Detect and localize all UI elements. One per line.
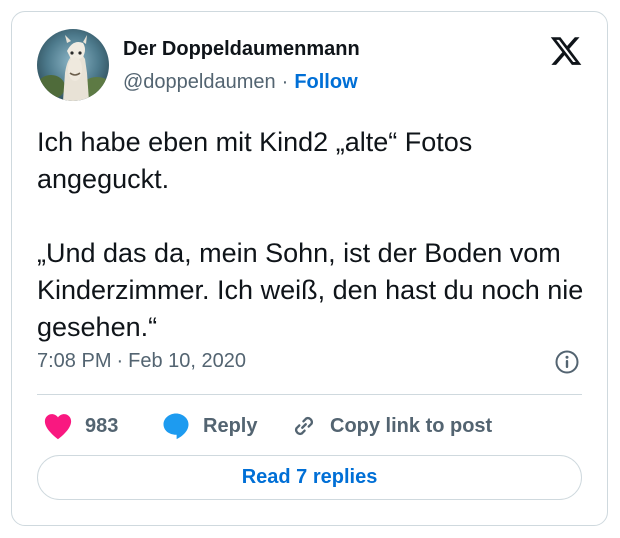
divider <box>37 394 582 395</box>
heart-icon <box>44 414 72 440</box>
link-icon <box>295 417 313 435</box>
like-button[interactable]: 983 <box>43 408 118 444</box>
copy-link-button[interactable]: Copy link to post <box>290 408 492 444</box>
copy-link-label: Copy link to post <box>330 414 493 437</box>
avatar[interactable] <box>37 29 109 101</box>
like-count: 983 <box>85 414 119 437</box>
author-display-name[interactable]: Der Doppeldaumenmann <box>123 38 360 61</box>
author-handle[interactable]: @doppeldaumen <box>123 71 276 93</box>
tweet-card: Der Doppeldaumenmann @doppeldaumen · Follo… <box>11 11 608 526</box>
follow-button[interactable]: Follow <box>294 71 357 93</box>
tweet-time: 7:08 PM <box>37 350 112 372</box>
tweet-text: Ich habe eben mit Kind2 „alte“ Fotos ang… <box>37 127 584 342</box>
x-logo-icon[interactable] <box>549 34 583 68</box>
reply-label: Reply <box>203 414 258 437</box>
reply-button[interactable]: Reply <box>161 408 257 444</box>
author-handle-row: @doppeldaumen · Follow <box>123 71 358 94</box>
action-bar: 983 Reply Copy link to post <box>37 408 582 444</box>
read-replies-button[interactable]: Read 7 replies <box>37 455 582 500</box>
tweet-timestamp[interactable]: 7:08 PM · Feb 10, 2020 <box>37 350 246 373</box>
timestamp-separator: · <box>116 350 124 372</box>
speech-bubble-icon <box>163 413 189 440</box>
tweet-date: Feb 10, 2020 <box>128 350 247 372</box>
handle-separator: · <box>281 71 289 93</box>
info-icon[interactable] <box>554 349 580 375</box>
